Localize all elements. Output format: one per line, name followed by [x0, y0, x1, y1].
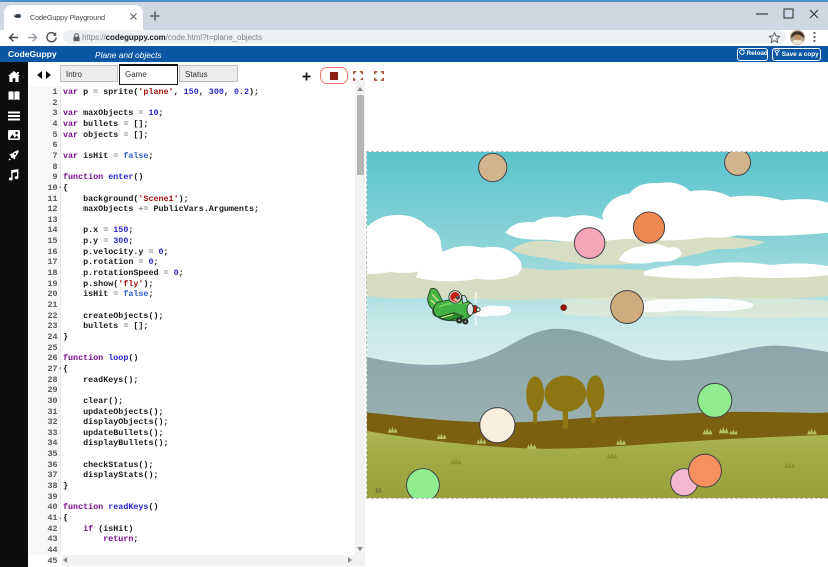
svg-text:10: 10: [375, 489, 381, 495]
